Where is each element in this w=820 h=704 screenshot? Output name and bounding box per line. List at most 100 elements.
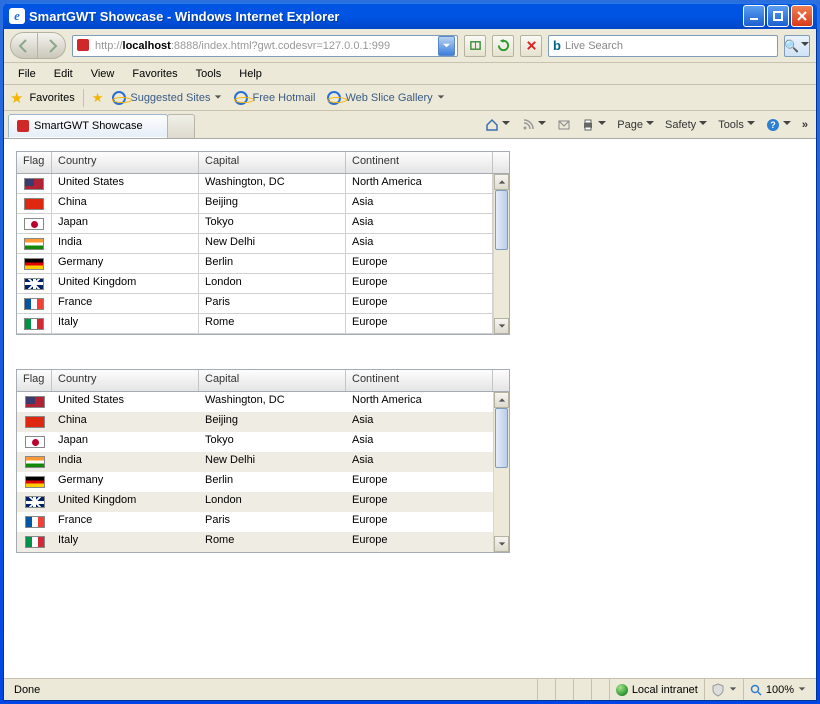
table-row[interactable]: GermanyBerlinEurope [17,254,509,274]
table-row[interactable]: ChinaBeijingAsia [17,194,509,214]
web-slice-gallery-link[interactable]: Web Slice Gallery [324,91,447,105]
cell-capital: London [199,492,346,512]
menu-file[interactable]: File [10,66,44,82]
free-hotmail-link[interactable]: Free Hotmail [231,91,318,105]
table-row[interactable]: United KingdomLondonEurope [17,274,509,294]
table-row[interactable]: IndiaNew DelhiAsia [17,452,509,472]
add-favorite-icon[interactable]: ★ [92,90,104,106]
table-row[interactable]: ItalyRomeEurope [17,314,509,334]
grid-body[interactable]: United StatesWashington, DCNorth America… [17,392,509,552]
maximize-button[interactable] [767,5,789,27]
new-tab-button[interactable] [167,114,195,138]
menu-favorites[interactable]: Favorites [124,66,185,82]
back-button[interactable] [10,32,38,59]
minimize-button[interactable] [743,5,765,27]
flag-icon [24,198,44,210]
favorites-star-icon[interactable]: ★ [10,89,23,107]
col-continent[interactable]: Continent [346,370,493,391]
cell-continent: Asia [346,234,493,253]
col-capital[interactable]: Capital [199,370,346,391]
flag-icon [25,496,45,508]
suggested-sites-link[interactable]: Suggested Sites [109,91,225,105]
col-flag[interactable]: Flag [17,152,52,173]
tab-smartgwt-showcase[interactable]: SmartGWT Showcase [8,114,168,138]
scrollbar[interactable] [493,174,509,334]
zoom-control[interactable]: 100% [743,679,812,700]
cell-capital: Washington, DC [199,174,346,193]
col-country[interactable]: Country [52,370,199,391]
cell-country: India [52,452,199,472]
safety-menu[interactable]: Safety [661,116,712,133]
col-country[interactable]: Country [52,152,199,173]
cell-country: France [52,512,199,532]
menu-view[interactable]: View [83,66,123,82]
flag-icon [24,278,44,290]
address-dropdown-button[interactable] [438,36,455,56]
table-row[interactable]: ChinaBeijingAsia [17,412,509,432]
cell-country: China [52,194,199,213]
page-menu[interactable]: Page [613,116,659,133]
window-titlebar: e SmartGWT Showcase - Windows Internet E… [3,3,817,29]
scrollbar[interactable] [493,392,509,552]
table-row[interactable]: JapanTokyoAsia [17,432,509,452]
col-capital[interactable]: Capital [199,152,346,173]
cell-capital: Paris [199,512,346,532]
table-row[interactable]: United StatesWashington, DCNorth America [17,392,509,412]
cell-continent: North America [346,174,493,193]
scroll-thumb[interactable] [495,408,508,468]
status-bar: Done Local intranet 100% [4,678,816,700]
flag-icon [25,516,45,528]
scroll-up-button[interactable] [494,392,509,408]
cell-continent: Europe [346,472,493,492]
search-box[interactable]: b Live Search [548,35,778,57]
command-bar: Page Safety Tools ? » [477,113,816,137]
table-row[interactable]: IndiaNew DelhiAsia [17,234,509,254]
home-button[interactable] [481,116,515,134]
cell-flag [17,294,52,313]
cell-flag [17,512,52,532]
cell-flag [17,412,52,432]
favorites-label[interactable]: Favorites [29,92,74,104]
table-row[interactable]: JapanTokyoAsia [17,214,509,234]
table-row[interactable]: ItalyRomeEurope [17,532,509,552]
read-mail-button[interactable] [553,116,575,134]
help-button[interactable]: ? [762,116,796,134]
scroll-up-button[interactable] [494,174,509,190]
table-row[interactable]: United StatesWashington, DCNorth America [17,174,509,194]
scroll-down-button[interactable] [494,318,509,334]
security-zone[interactable]: Local intranet [609,679,704,700]
menu-help[interactable]: Help [231,66,270,82]
table-row[interactable]: GermanyBerlinEurope [17,472,509,492]
grid-body[interactable]: United StatesWashington, DCNorth America… [17,174,509,334]
cell-capital: London [199,274,346,293]
menu-edit[interactable]: Edit [46,66,81,82]
cell-continent: Asia [346,452,493,472]
forward-button[interactable] [38,32,66,59]
scroll-down-button[interactable] [494,536,509,552]
site-icon [77,39,91,53]
compat-view-button[interactable] [464,35,486,57]
search-go-button[interactable]: 🔍 [784,35,810,57]
cell-flag [17,492,52,512]
search-placeholder: Live Search [565,40,623,52]
refresh-button[interactable] [492,35,514,57]
protected-mode[interactable] [704,679,743,700]
col-flag[interactable]: Flag [17,370,52,391]
scroll-thumb[interactable] [495,190,508,250]
feeds-button[interactable] [517,116,551,134]
flag-icon [25,396,45,408]
menu-tools[interactable]: Tools [188,66,230,82]
close-button[interactable] [791,5,813,27]
address-bar[interactable]: http://localhost:8888/index.html?gwt.cod… [72,35,458,57]
table-row[interactable]: FranceParisEurope [17,512,509,532]
tools-menu[interactable]: Tools [714,116,760,133]
toolbar-overflow[interactable]: » [798,117,812,133]
ie-icon [327,91,341,105]
col-continent[interactable]: Continent [346,152,493,173]
table-row[interactable]: United KingdomLondonEurope [17,492,509,512]
print-button[interactable] [577,116,611,134]
table-row[interactable]: FranceParisEurope [17,294,509,314]
cell-country: Japan [52,214,199,233]
cell-country: United States [52,392,199,412]
stop-button[interactable] [520,35,542,57]
